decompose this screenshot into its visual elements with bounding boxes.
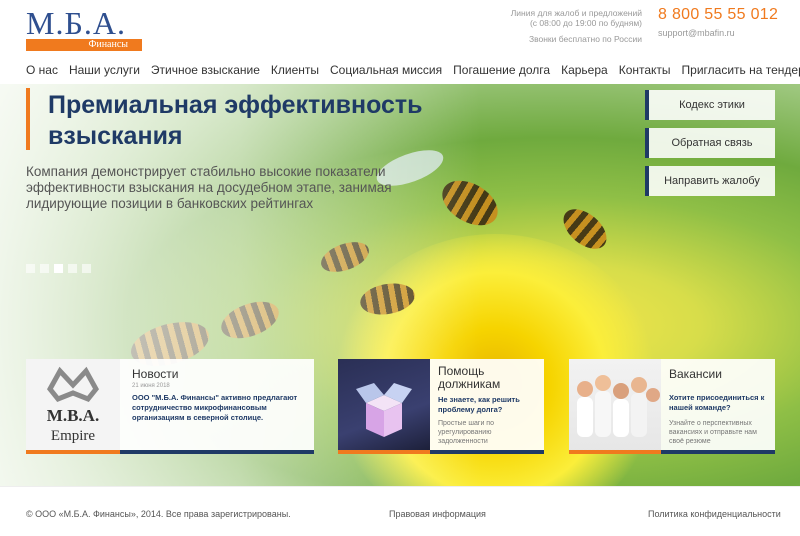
support-email[interactable]: support@mbafin.ru: [658, 28, 735, 38]
nav-item-tender[interactable]: Пригласить на тендер: [682, 58, 800, 82]
phone-number[interactable]: 8 800 55 55 012: [658, 6, 778, 24]
vacancies-text: Узнайте о перспективных вакансиях и отпр…: [669, 420, 757, 445]
glowing-box-image: [338, 359, 430, 454]
nav-item-contacts[interactable]: Контакты: [619, 58, 671, 82]
main-nav: О нас Наши услуги Этичное взыскание Клие…: [26, 58, 800, 82]
hero-subtitle: Компания демонстрирует стабильно высокие…: [26, 164, 392, 211]
glowing-box-icon: [356, 383, 412, 437]
feedback-button[interactable]: Обратная связь: [645, 128, 775, 158]
team-people-icon: [577, 375, 660, 437]
slider-dots: [26, 264, 91, 273]
hotline-label: Линия для жалоб и предложений: [510, 8, 642, 18]
legal-info-link[interactable]: Правовая информация: [389, 509, 486, 519]
debtor-help-card[interactable]: Помощь должникам Не знаете, как решить п…: [338, 359, 544, 454]
nav-item-career[interactable]: Карьера: [561, 58, 608, 82]
ethics-code-button[interactable]: Кодекс этики: [645, 90, 775, 120]
slide-dot-3[interactable]: [54, 264, 63, 273]
hotline-hours: (с 08:00 до 19:00 по будням): [529, 18, 642, 28]
team-photo-image: [569, 359, 661, 454]
help-question[interactable]: Не знаете, как решить проблему долга?: [438, 395, 540, 415]
header: М.Б.А. Финансы Линия для жалоб и предлож…: [0, 0, 800, 56]
slide-dot-1[interactable]: [26, 264, 35, 273]
privacy-policy-link[interactable]: Политика конфиденциальности: [648, 509, 781, 519]
slide-dot-5[interactable]: [82, 264, 91, 273]
nav-item-debt-repayment[interactable]: Погашение долга: [453, 58, 550, 82]
hotline-free: Звонки бесплатно по России: [528, 34, 642, 44]
help-title[interactable]: Помощь должникам: [438, 365, 538, 391]
nav-item-clients[interactable]: Клиенты: [271, 58, 319, 82]
news-text[interactable]: ООО "М.Б.А. Финансы" активно предлагают …: [132, 393, 304, 423]
vacancies-card[interactable]: Вакансии Хотите присоединиться к нашей к…: [569, 359, 775, 454]
news-date: 21 июня 2018: [132, 383, 170, 389]
news-logo-image: M.B.A. Empire: [26, 359, 120, 454]
slide-dot-4[interactable]: [68, 264, 77, 273]
footer-copyright: © ООО «М.Б.А. Финансы», 2014. Все права …: [26, 509, 291, 519]
news-card[interactable]: M.B.A. Empire Новости 21 июня 2018 ООО "…: [26, 359, 314, 454]
hero-title: Премиальная эффективность взыскания: [48, 91, 423, 150]
complaint-button[interactable]: Направить жалобу: [645, 166, 775, 196]
nav-item-services[interactable]: Наши услуги: [69, 58, 140, 82]
help-text: Простые шаги по урегулированию задолженн…: [438, 420, 494, 445]
nav-item-ethical-collection[interactable]: Этичное взыскание: [151, 58, 260, 82]
logo[interactable]: М.Б.А. Финансы: [26, 5, 142, 51]
hotline-info: Линия для жалоб и предложений (с 08:00 д…: [511, 8, 642, 44]
news-title[interactable]: Новости: [132, 367, 178, 381]
logo-subtitle: Финансы: [26, 39, 142, 51]
logo-text: М.Б.А.: [26, 5, 126, 41]
nav-item-about[interactable]: О нас: [26, 58, 58, 82]
slide-dot-2[interactable]: [40, 264, 49, 273]
nav-item-social-mission[interactable]: Социальная миссия: [330, 58, 442, 82]
svg-text:Empire: Empire: [51, 428, 95, 444]
footer: © ООО «М.Б.А. Финансы», 2014. Все права …: [0, 486, 800, 536]
vacancies-question[interactable]: Хотите присоединиться к нашей команде?: [669, 393, 773, 413]
vacancies-title[interactable]: Вакансии: [669, 367, 722, 381]
empire-logo-icon: M.B.A. Empire: [26, 359, 120, 450]
hero-accent-bar: [26, 88, 30, 150]
svg-text:M.B.A.: M.B.A.: [47, 406, 99, 425]
